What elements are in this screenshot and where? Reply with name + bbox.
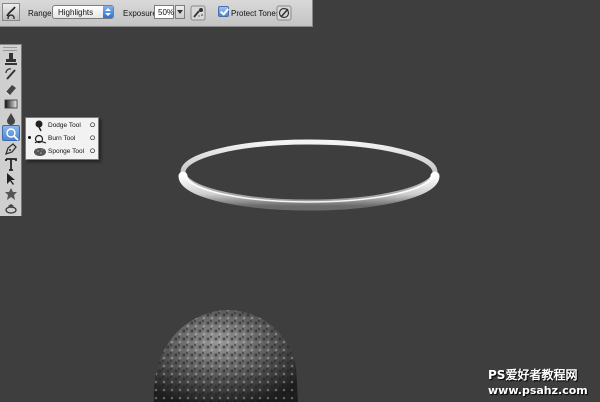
sponge-icon xyxy=(34,148,46,156)
dodge-icon xyxy=(35,120,43,132)
selected-bullet-icon xyxy=(28,136,31,139)
drop-icon xyxy=(7,113,15,125)
exposure-slider-button[interactable] xyxy=(175,5,185,19)
gradient-tool[interactable] xyxy=(2,96,20,112)
shape-tool[interactable] xyxy=(2,186,20,202)
pen-tool[interactable] xyxy=(2,141,20,157)
watermark-title: PS爱好者教程网 xyxy=(488,368,578,382)
3d-tool[interactable] xyxy=(2,201,20,217)
arrow-icon xyxy=(7,173,15,185)
protect-tones-label: Protect Tones xyxy=(231,9,280,18)
burn-tool-icon xyxy=(6,6,16,19)
flyout-item-sponge-tool[interactable]: Sponge Tool O xyxy=(26,146,98,158)
burn-icon xyxy=(6,128,19,141)
flyout-item-label: Dodge Tool xyxy=(48,122,81,129)
options-bar: Range: Highlights Exposure: 50% Protect … xyxy=(0,0,313,27)
exposure-field[interactable]: 50% xyxy=(154,5,174,19)
flyout-item-shortcut: O xyxy=(90,148,96,155)
toolbox xyxy=(0,44,22,216)
tablet-pressure-icon[interactable] xyxy=(276,5,292,21)
tool-preset-picker[interactable] xyxy=(2,3,20,21)
3d-rotate-icon xyxy=(5,204,17,214)
eraser-icon xyxy=(5,85,16,96)
shape-icon xyxy=(5,188,17,200)
flyout-item-label: Sponge Tool xyxy=(48,148,85,155)
watermark-url: www.psahz.com xyxy=(488,384,588,397)
history-brush-icon xyxy=(5,68,16,80)
exposure-value: 50% xyxy=(158,8,175,17)
toning-tools-flyout: Dodge Tool O Burn Tool O Sponge Tool O xyxy=(25,117,99,160)
protect-tones-checkbox[interactable] xyxy=(218,6,229,17)
range-select[interactable]: Highlights xyxy=(52,5,114,19)
pen-icon xyxy=(4,143,17,156)
burn-tool[interactable] xyxy=(2,125,20,141)
halo-ring xyxy=(178,139,440,211)
stamp-tool[interactable] xyxy=(2,51,20,67)
stamp-icon xyxy=(5,53,17,65)
gradient-icon xyxy=(4,99,18,109)
flyout-item-dodge-tool[interactable]: Dodge Tool O xyxy=(26,120,98,132)
eraser-tool[interactable] xyxy=(2,81,20,97)
flyout-item-label: Burn Tool xyxy=(48,135,76,142)
flyout-item-shortcut: O xyxy=(90,122,96,129)
chevron-updown-icon xyxy=(103,6,113,18)
burn-icon xyxy=(34,134,47,144)
path-selection-tool[interactable] xyxy=(2,171,20,187)
head xyxy=(153,310,298,402)
history-brush-tool[interactable] xyxy=(2,66,20,82)
flyout-item-burn-tool[interactable]: Burn Tool O xyxy=(26,133,98,145)
type-icon xyxy=(5,158,17,171)
flyout-item-shortcut: O xyxy=(90,135,96,142)
airbrush-icon[interactable] xyxy=(190,5,206,21)
range-label: Range: xyxy=(28,9,54,18)
range-value: Highlights xyxy=(58,8,94,17)
type-tool[interactable] xyxy=(2,156,20,172)
